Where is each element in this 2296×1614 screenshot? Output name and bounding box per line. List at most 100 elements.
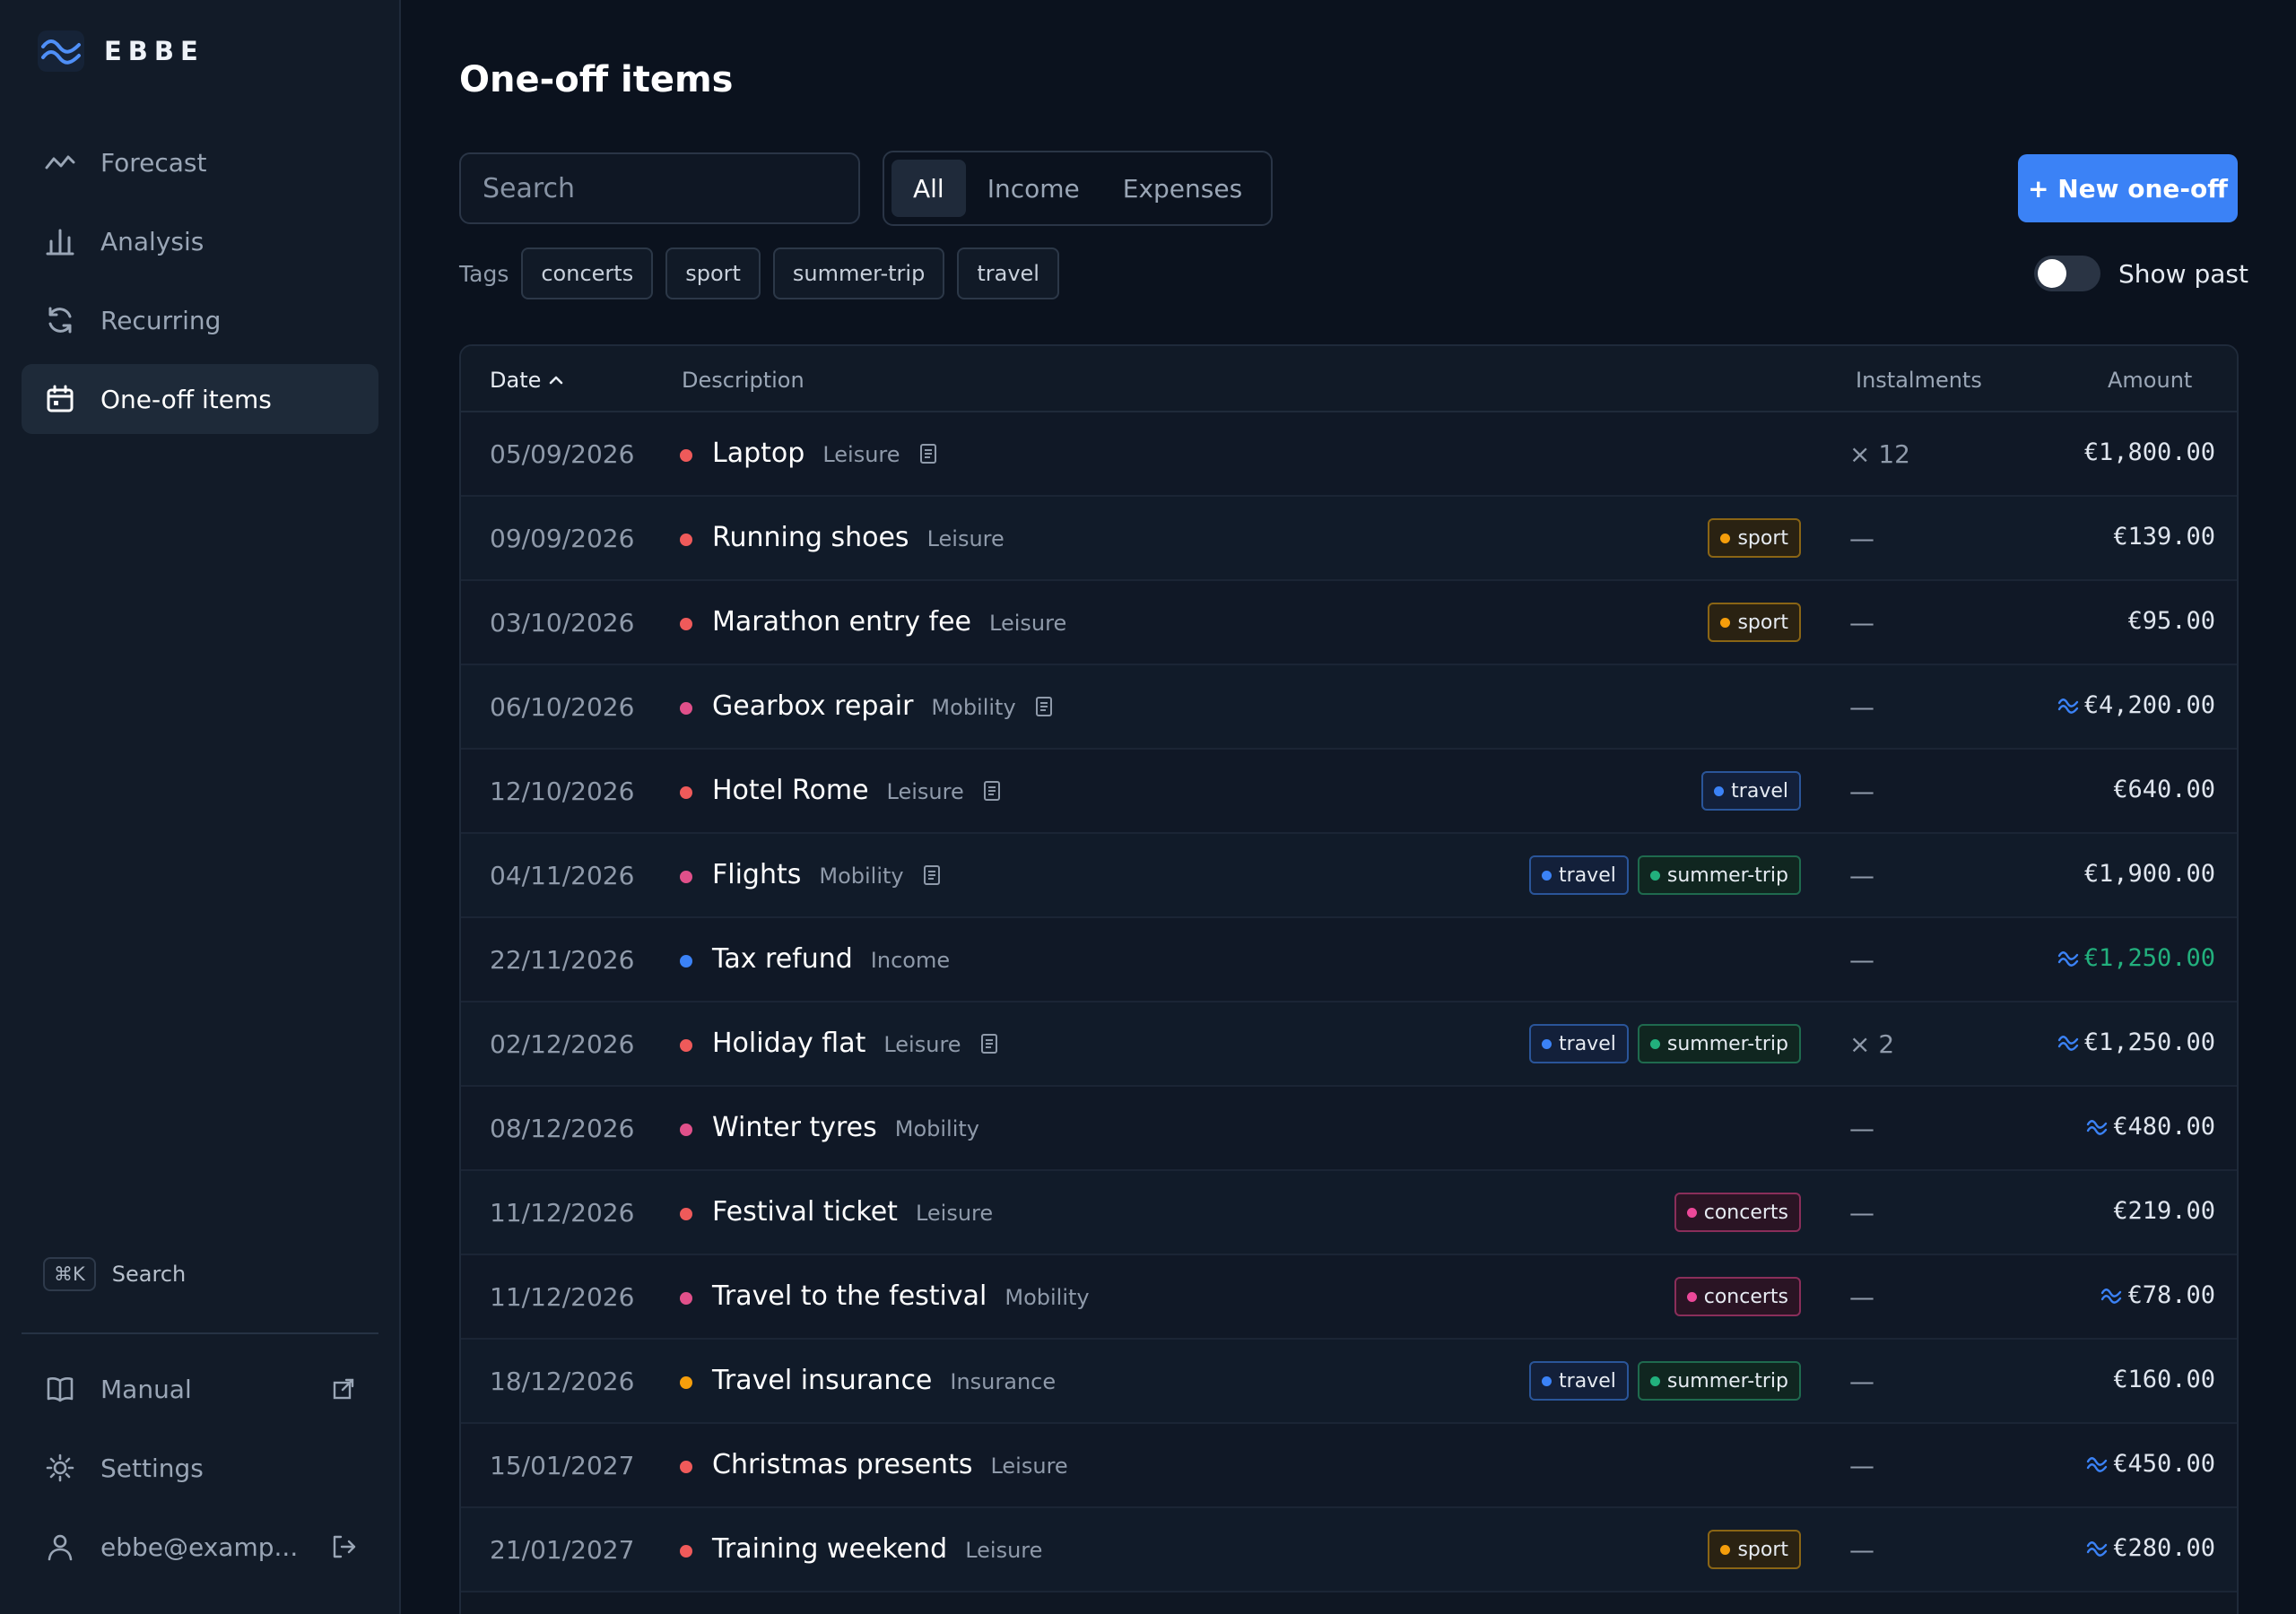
table-row[interactable]: 02/12/2026 Holiday flat Leisure travel summe… [461, 1002, 2237, 1087]
amount-value: €78.00 [2127, 1281, 2215, 1309]
tag-pill-concerts[interactable]: concerts [1674, 1277, 1801, 1316]
row-date: 03/10/2026 [490, 608, 635, 638]
tag-pill-concerts[interactable]: concerts [1674, 1193, 1801, 1232]
row-category: Leisure [926, 526, 1004, 551]
bar-chart-icon [43, 224, 77, 258]
row-title: Gearbox repair [712, 690, 914, 722]
tag-filter-concerts[interactable]: concerts [521, 247, 654, 299]
category-dot [680, 1376, 692, 1389]
new-one-off-button[interactable]: + New one-off [2018, 154, 2238, 222]
user-account[interactable]: ebbe@examp... [22, 1512, 378, 1582]
one-off-table: Date Description Instalments Amount 05/0… [459, 344, 2239, 1614]
note-icon [923, 864, 940, 885]
note-icon [1035, 696, 1052, 716]
filter-expenses[interactable]: Expenses [1101, 160, 1264, 217]
logo-wave-icon [38, 30, 84, 72]
quick-search[interactable]: ⌘K Search [43, 1257, 186, 1291]
nav-item-forecast[interactable]: Forecast [22, 127, 378, 197]
table-row[interactable]: 15/01/2027 Christmas presents Leisure — €450… [461, 1424, 2237, 1508]
row-date: 06/10/2026 [490, 692, 635, 722]
row-title: Festival ticket [712, 1196, 898, 1228]
tag-pill-summer-trip[interactable]: summer-trip [1637, 855, 1801, 895]
column-description[interactable]: Description [682, 368, 804, 393]
column-date[interactable]: Date [490, 368, 564, 393]
row-title: Travel to the festival [712, 1280, 987, 1312]
row-category: Mobility [819, 863, 904, 889]
type-filter: All Income Expenses [883, 151, 1274, 226]
row-amount: €1,250.00 [2057, 944, 2215, 972]
table-row[interactable]: 11/12/2026 Travel to the festival Mobility… [461, 1255, 2237, 1340]
table-row[interactable]: 09/09/2026 Running shoes Leisure sport — €139… [461, 497, 2237, 581]
column-instalments[interactable]: Instalments [1856, 368, 1982, 393]
table-row[interactable]: 22/11/2026 Tax refund Income — €1,250.00 [461, 918, 2237, 1002]
nav-item-analysis[interactable]: Analysis [22, 206, 378, 276]
tag-label: travel [1559, 863, 1616, 887]
tag-label: sport [1737, 526, 1788, 550]
row-date: 18/12/2026 [490, 1367, 635, 1396]
tag-filter: Tags concerts sport summer-trip travel [459, 247, 1072, 299]
tag-pill-summer-trip[interactable]: summer-trip [1637, 1361, 1801, 1401]
show-past-toggle[interactable] [2034, 256, 2100, 291]
nav-item-one-off-items[interactable]: One-off items [22, 364, 378, 434]
row-date: 21/01/2027 [490, 1535, 635, 1565]
tag-label: sport [1737, 611, 1788, 634]
category-dot [680, 534, 692, 546]
table-row[interactable]: 08/12/2026 Winter tyres Mobility — €480.00 [461, 1087, 2237, 1171]
settings-link[interactable]: Settings [22, 1433, 378, 1503]
tag-pill-summer-trip[interactable]: summer-trip [1637, 1024, 1801, 1063]
recurring-wave-icon [2101, 1288, 2122, 1304]
tag-pill-sport[interactable]: sport [1708, 518, 1801, 558]
row-description: Winter tyres Mobility [712, 1112, 979, 1143]
tag-pill-sport[interactable]: sport [1708, 1530, 1801, 1569]
brand[interactable]: EBBE [38, 30, 204, 72]
bottom-nav: Manual Settings ebbe@examp... [22, 1354, 378, 1591]
logout-icon[interactable] [326, 1530, 361, 1564]
calendar-icon [43, 382, 77, 416]
recurring-wave-icon [2057, 698, 2078, 714]
user-email: ebbe@examp... [100, 1532, 299, 1562]
table-row[interactable]: 03/10/2026 Marathon entry fee Leisure sport… [461, 581, 2237, 665]
amount-value: €480.00 [2113, 1113, 2215, 1141]
filter-income[interactable]: Income [966, 160, 1101, 217]
tag-filter-travel[interactable]: travel [957, 247, 1059, 299]
category-dot [680, 1124, 692, 1136]
tag-pill-travel[interactable]: travel [1529, 1361, 1629, 1401]
category-dot [680, 1208, 692, 1220]
table-row[interactable]: 11/12/2026 Festival ticket Leisure concerts… [461, 1171, 2237, 1255]
table-row[interactable]: 05/09/2026 Laptop Leisure × 12 €1,800.00 [461, 412, 2237, 497]
table-row[interactable]: 06/10/2026 Gearbox repair Mobility — €4,200.… [461, 665, 2237, 750]
tag-pill-travel[interactable]: travel [1701, 771, 1801, 811]
tag-label: sport [1737, 1538, 1788, 1561]
column-amount[interactable]: Amount [2108, 368, 2192, 393]
recurring-wave-icon [2087, 1119, 2108, 1135]
row-category: Insurance [950, 1369, 1057, 1394]
row-instalments: — [1849, 1114, 1874, 1143]
manual-link[interactable]: Manual [22, 1354, 378, 1424]
row-category: Leisure [886, 779, 964, 804]
row-amount: €450.00 [2086, 1450, 2215, 1478]
row-date: 04/11/2026 [490, 861, 635, 890]
table-row[interactable]: 12/10/2026 Hotel Rome Leisure travel — €640.0… [461, 750, 2237, 834]
row-title: Training weekend [712, 1533, 948, 1565]
tag-pill-travel[interactable]: travel [1529, 855, 1629, 895]
recurring-wave-icon [2087, 1456, 2108, 1472]
tag-filter-sport[interactable]: sport [665, 247, 761, 299]
sidebar-divider [22, 1332, 378, 1334]
tag-pill-sport[interactable]: sport [1708, 603, 1801, 642]
tag-dot [1649, 870, 1660, 881]
tag-pill-travel[interactable]: travel [1529, 1024, 1629, 1063]
search-input[interactable] [459, 152, 860, 224]
sidebar: EBBE Forecast Analysis Recurring One-off… [0, 0, 401, 1614]
table-row[interactable]: 04/11/2026 Flights Mobility travel summer-tr… [461, 834, 2237, 918]
amount-value: €450.00 [2113, 1450, 2215, 1478]
table-row[interactable]: 18/12/2026 Travel insurance Insurance trave… [461, 1340, 2237, 1424]
filter-all[interactable]: All [891, 160, 966, 217]
nav-label-forecast: Forecast [100, 147, 207, 178]
tag-filter-summer-trip[interactable]: summer-trip [772, 247, 945, 299]
tag-label: travel [1731, 779, 1788, 803]
table-row[interactable]: 21/01/2027 Training weekend Leisure sport — €… [461, 1508, 2237, 1592]
row-instalments: × 2 [1849, 1029, 1895, 1059]
row-category: Income [870, 948, 951, 973]
row-date: 08/12/2026 [490, 1114, 635, 1143]
nav-item-recurring[interactable]: Recurring [22, 285, 378, 355]
